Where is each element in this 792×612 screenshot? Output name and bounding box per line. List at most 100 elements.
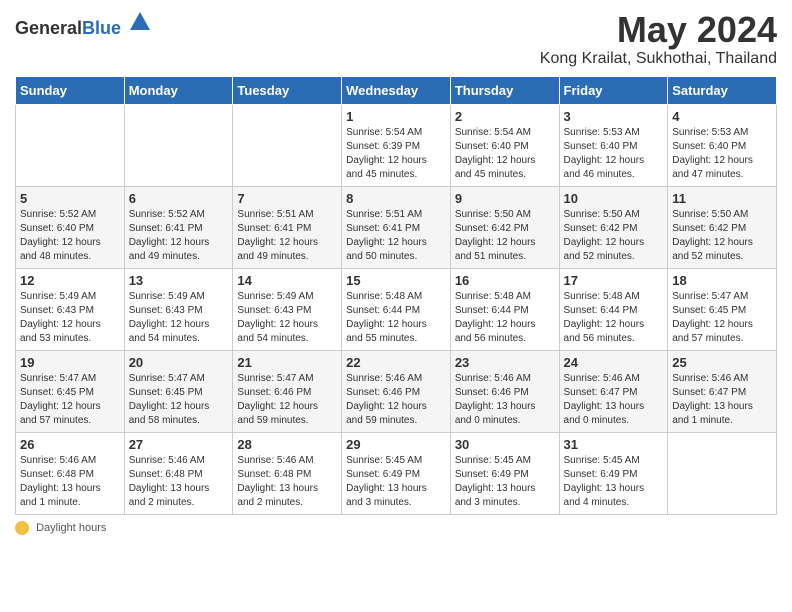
day-number: 29 — [346, 437, 446, 452]
footer: Daylight hours — [15, 521, 777, 535]
day-number: 15 — [346, 273, 446, 288]
week-row-1: 1 Sunrise: 5:54 AM Sunset: 6:39 PM Daylig… — [16, 104, 777, 186]
day-info: Sunrise: 5:48 AM Sunset: 6:44 PM Dayligh… — [455, 290, 555, 346]
day-header-friday: Friday — [559, 76, 668, 104]
calendar-cell: 12 Sunrise: 5:49 AM Sunset: 6:43 PM Dayli… — [16, 268, 125, 350]
logo-general: General — [15, 18, 82, 38]
calendar-header: SundayMondayTuesdayWednesdayThursdayFrid… — [16, 76, 777, 104]
header-row: SundayMondayTuesdayWednesdayThursdayFrid… — [16, 76, 777, 104]
day-info: Sunrise: 5:47 AM Sunset: 6:45 PM Dayligh… — [672, 290, 772, 346]
day-info: Sunrise: 5:46 AM Sunset: 6:48 PM Dayligh… — [20, 454, 120, 510]
calendar-cell: 27Sunrise: 5:46 AM Sunset: 6:48 PM Dayli… — [124, 432, 233, 514]
calendar-cell — [668, 432, 777, 514]
day-info: Sunrise: 5:49 AM Sunset: 6:43 PM Dayligh… — [129, 290, 229, 346]
calendar-cell: 5 Sunrise: 5:52 AM Sunset: 6:40 PM Daylig… — [16, 186, 125, 268]
calendar-cell: 14 Sunrise: 5:49 AM Sunset: 6:43 PM Dayli… — [233, 268, 342, 350]
calendar-cell: 16 Sunrise: 5:48 AM Sunset: 6:44 PM Dayli… — [450, 268, 559, 350]
day-number: 10 — [564, 191, 664, 206]
day-number: 20 — [129, 355, 229, 370]
calendar-cell: 17Sunrise: 5:48 AM Sunset: 6:44 PM Dayli… — [559, 268, 668, 350]
calendar-cell: 13 Sunrise: 5:49 AM Sunset: 6:43 PM Dayli… — [124, 268, 233, 350]
day-number: 16 — [455, 273, 555, 288]
day-number: 6 — [129, 191, 229, 206]
calendar-cell: 1 Sunrise: 5:54 AM Sunset: 6:39 PM Daylig… — [342, 104, 451, 186]
day-info: Sunrise: 5:47 AM Sunset: 6:45 PM Dayligh… — [129, 372, 229, 428]
calendar-cell: 15 Sunrise: 5:48 AM Sunset: 6:44 PM Dayli… — [342, 268, 451, 350]
week-row-4: 19Sunrise: 5:47 AM Sunset: 6:45 PM Dayli… — [16, 350, 777, 432]
day-info: Sunrise: 5:50 AM Sunset: 6:42 PM Dayligh… — [455, 208, 555, 264]
day-header-wednesday: Wednesday — [342, 76, 451, 104]
calendar-cell: 18Sunrise: 5:47 AM Sunset: 6:45 PM Dayli… — [668, 268, 777, 350]
calendar-cell: 11 Sunrise: 5:50 AM Sunset: 6:42 PM Dayli… — [668, 186, 777, 268]
calendar-cell: 6 Sunrise: 5:52 AM Sunset: 6:41 PM Daylig… — [124, 186, 233, 268]
day-info: Sunrise: 5:53 AM Sunset: 6:40 PM Dayligh… — [672, 126, 772, 182]
day-info: Sunrise: 5:49 AM Sunset: 6:43 PM Dayligh… — [20, 290, 120, 346]
day-number: 3 — [564, 109, 664, 124]
daylight-icon — [15, 521, 29, 535]
day-info: Sunrise: 5:52 AM Sunset: 6:40 PM Dayligh… — [20, 208, 120, 264]
day-info: Sunrise: 5:46 AM Sunset: 6:46 PM Dayligh… — [346, 372, 446, 428]
day-info: Sunrise: 5:48 AM Sunset: 6:44 PM Dayligh… — [346, 290, 446, 346]
page-header: GeneralBlue May 2024 Kong Krailat, Sukho… — [15, 10, 777, 68]
calendar-table: SundayMondayTuesdayWednesdayThursdayFrid… — [15, 76, 777, 515]
day-number: 12 — [20, 273, 120, 288]
day-number: 11 — [672, 191, 772, 206]
calendar-cell: 20 Sunrise: 5:47 AM Sunset: 6:45 PM Dayli… — [124, 350, 233, 432]
day-number: 23 — [455, 355, 555, 370]
day-info: Sunrise: 5:51 AM Sunset: 6:41 PM Dayligh… — [346, 208, 446, 264]
day-number: 30 — [455, 437, 555, 452]
calendar-cell: 3 Sunrise: 5:53 AM Sunset: 6:40 PM Daylig… — [559, 104, 668, 186]
day-info: Sunrise: 5:53 AM Sunset: 6:40 PM Dayligh… — [564, 126, 664, 182]
week-row-5: 26 Sunrise: 5:46 AM Sunset: 6:48 PM Dayli… — [16, 432, 777, 514]
day-info: Sunrise: 5:52 AM Sunset: 6:41 PM Dayligh… — [129, 208, 229, 264]
day-number: 24 — [564, 355, 664, 370]
calendar-subtitle: Kong Krailat, Sukhothai, Thailand — [540, 50, 777, 68]
logo-blue: Blue — [82, 18, 121, 38]
day-number: 1 — [346, 109, 446, 124]
day-number: 26 — [20, 437, 120, 452]
day-number: 5 — [20, 191, 120, 206]
day-number: 4 — [672, 109, 772, 124]
title-block: May 2024 Kong Krailat, Sukhothai, Thaila… — [540, 10, 777, 68]
calendar-cell: 23 Sunrise: 5:46 AM Sunset: 6:46 PM Dayli… — [450, 350, 559, 432]
day-info: Sunrise: 5:46 AM Sunset: 6:48 PM Dayligh… — [129, 454, 229, 510]
day-info: Sunrise: 5:51 AM Sunset: 6:41 PM Dayligh… — [237, 208, 337, 264]
day-header-saturday: Saturday — [668, 76, 777, 104]
day-info: Sunrise: 5:45 AM Sunset: 6:49 PM Dayligh… — [564, 454, 664, 510]
day-number: 14 — [237, 273, 337, 288]
calendar-cell: 21Sunrise: 5:47 AM Sunset: 6:46 PM Dayli… — [233, 350, 342, 432]
day-info: Sunrise: 5:46 AM Sunset: 6:48 PM Dayligh… — [237, 454, 337, 510]
day-info: Sunrise: 5:46 AM Sunset: 6:47 PM Dayligh… — [564, 372, 664, 428]
day-info: Sunrise: 5:47 AM Sunset: 6:45 PM Dayligh… — [20, 372, 120, 428]
calendar-cell: 30 Sunrise: 5:45 AM Sunset: 6:49 PM Dayli… — [450, 432, 559, 514]
day-info: Sunrise: 5:46 AM Sunset: 6:46 PM Dayligh… — [455, 372, 555, 428]
day-number: 21 — [237, 355, 337, 370]
calendar-title: May 2024 — [540, 10, 777, 50]
day-header-thursday: Thursday — [450, 76, 559, 104]
day-number: 8 — [346, 191, 446, 206]
day-number: 25 — [672, 355, 772, 370]
day-header-tuesday: Tuesday — [233, 76, 342, 104]
calendar-cell: 29Sunrise: 5:45 AM Sunset: 6:49 PM Dayli… — [342, 432, 451, 514]
day-number: 7 — [237, 191, 337, 206]
day-info: Sunrise: 5:50 AM Sunset: 6:42 PM Dayligh… — [672, 208, 772, 264]
footer-label: Daylight hours — [36, 522, 106, 534]
logo-icon — [128, 10, 152, 34]
day-number: 31 — [564, 437, 664, 452]
day-number: 13 — [129, 273, 229, 288]
day-info: Sunrise: 5:50 AM Sunset: 6:42 PM Dayligh… — [564, 208, 664, 264]
calendar-cell: 9Sunrise: 5:50 AM Sunset: 6:42 PM Daylig… — [450, 186, 559, 268]
day-info: Sunrise: 5:45 AM Sunset: 6:49 PM Dayligh… — [455, 454, 555, 510]
day-info: Sunrise: 5:54 AM Sunset: 6:39 PM Dayligh… — [346, 126, 446, 182]
calendar-cell: 26 Sunrise: 5:46 AM Sunset: 6:48 PM Dayli… — [16, 432, 125, 514]
day-number: 28 — [237, 437, 337, 452]
day-number: 22 — [346, 355, 446, 370]
calendar-cell — [16, 104, 125, 186]
calendar-cell: 2Sunrise: 5:54 AM Sunset: 6:40 PM Daylig… — [450, 104, 559, 186]
week-row-3: 12 Sunrise: 5:49 AM Sunset: 6:43 PM Dayli… — [16, 268, 777, 350]
calendar-cell: 7 Sunrise: 5:51 AM Sunset: 6:41 PM Daylig… — [233, 186, 342, 268]
calendar-cell: 24 Sunrise: 5:46 AM Sunset: 6:47 PM Dayli… — [559, 350, 668, 432]
calendar-cell: 22 Sunrise: 5:46 AM Sunset: 6:46 PM Dayli… — [342, 350, 451, 432]
week-row-2: 5 Sunrise: 5:52 AM Sunset: 6:40 PM Daylig… — [16, 186, 777, 268]
day-info: Sunrise: 5:49 AM Sunset: 6:43 PM Dayligh… — [237, 290, 337, 346]
